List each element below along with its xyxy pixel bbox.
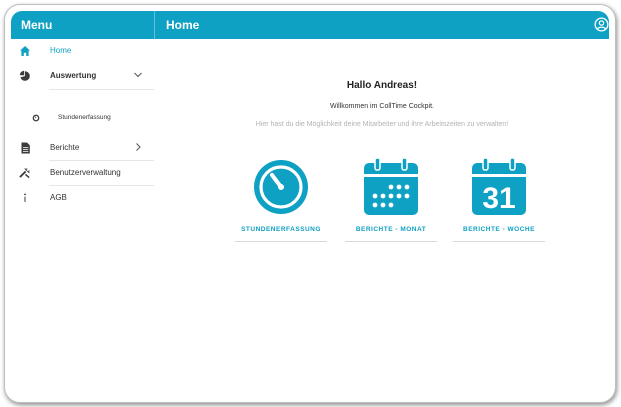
tile-underline [453,241,545,242]
chevron-right-icon[interactable] [133,142,143,152]
sidebar-item-label: Home [50,46,72,55]
tile-label: STUNDENERFASSUNG [241,226,321,233]
account-circle-icon[interactable] [594,17,609,32]
document-icon [19,142,31,154]
calendar-month-icon [364,157,418,215]
chevron-down-icon[interactable] [133,70,143,80]
sidebar-item-benutzerverwaltung[interactable]: Benutzerverwaltung [11,161,154,186]
sidebar-item-label: Benutzerverwaltung [50,168,121,177]
sidebar-divider [49,89,154,90]
stopwatch-icon [30,112,42,124]
page-title: Home [166,18,200,32]
sidebar-item-berichte[interactable]: Berichte [11,136,154,161]
tile-label: BERICHTE - MONAT [355,226,427,233]
tile-underline [345,241,437,242]
top-bar-divider [154,11,155,39]
welcome-text: Willkommen im CollTime Cockpit. [330,103,434,110]
device-frame: Menu Home Home Auswertung Stundenerfassu… [4,4,616,403]
tile-berichte-woche[interactable]: 31 BERICHTE - WOCHE [453,157,545,243]
sidebar-item-auswertung[interactable]: Auswertung [11,64,154,90]
sidebar-item-label: Berichte [50,143,80,152]
app-screen: Menu Home Home Auswertung Stundenerfassu… [11,11,609,397]
home-icon [19,45,31,57]
calendar-day-number: 31 [482,182,515,215]
sidebar-item-agb[interactable]: AGB [11,186,154,210]
calendar-week-icon: 31 [472,157,526,215]
main-content: Hallo Andreas! Willkommen im CollTime Co… [155,39,609,397]
tile-label: BERICHTE - WOCHE [463,226,535,233]
tile-underline [235,241,327,242]
sidebar-item-label: Stundenerfassung [58,114,111,121]
sidebar-subitem-stundenerfassung[interactable]: Stundenerfassung [11,106,154,130]
top-bar: Menu Home [11,11,609,39]
sidebar: Home Auswertung Stundenerfassung Bericht… [11,39,154,397]
stopwatch-icon [254,160,308,214]
tools-icon [19,167,31,179]
pie-chart-icon [19,70,31,82]
hint-text: Hier hast du die Möglichkeit deine Mitar… [255,121,509,128]
welcome-heading: Hallo Andreas! [346,80,418,91]
info-icon [19,192,31,204]
tile-stundenerfassung[interactable]: STUNDENERFASSUNG [235,157,327,243]
sidebar-item-label: Auswertung [50,71,97,80]
sidebar-item-home[interactable]: Home [11,39,154,63]
menu-title: Menu [21,18,53,32]
tile-berichte-monat[interactable]: BERICHTE - MONAT [345,157,437,243]
sidebar-item-label: AGB [50,193,67,202]
